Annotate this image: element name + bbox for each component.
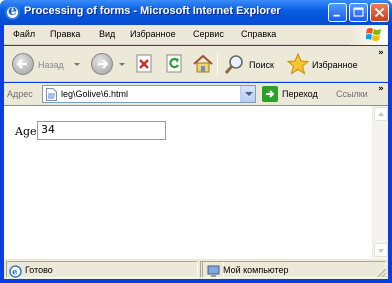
status-text: Готово <box>25 265 53 275</box>
address-bar: Адрес leg\Golive\6.html Переход Ссылки » <box>4 83 388 105</box>
page-icon <box>46 88 57 101</box>
maximize-icon <box>353 7 364 17</box>
menu-tools[interactable]: Сервис <box>193 29 224 39</box>
menu-help[interactable]: Справка <box>241 29 276 39</box>
forward-arrow-icon <box>98 59 109 69</box>
title-bar: Processing of forms - Microsoft Internet… <box>0 0 392 25</box>
favorites-label[interactable]: Избранное <box>312 60 358 70</box>
close-icon <box>374 7 385 18</box>
address-dropdown-button[interactable] <box>240 86 255 102</box>
page-content: Age 34 <box>4 105 388 258</box>
status-bar: e Готово Мой компьютер <box>4 258 388 279</box>
my-computer-icon <box>207 265 220 277</box>
toolbar-overflow-chevron-icon[interactable]: » <box>378 48 384 58</box>
forward-dropdown-icon[interactable] <box>119 63 125 66</box>
age-input[interactable]: 34 <box>37 121 166 140</box>
svg-text:e: e <box>12 267 17 277</box>
maximize-button[interactable] <box>349 3 368 22</box>
browser-window: Processing of forms - Microsoft Internet… <box>0 0 392 283</box>
menu-view[interactable]: Вид <box>99 29 115 39</box>
status-zone-cell: Мой компьютер <box>202 261 386 278</box>
scroll-up-button[interactable] <box>374 107 388 121</box>
toolbar-separator <box>217 52 218 76</box>
favorites-star-icon[interactable] <box>286 52 310 76</box>
menu-favorites[interactable]: Избранное <box>130 29 176 39</box>
back-arrow-icon <box>16 59 27 69</box>
home-icon[interactable] <box>192 53 214 75</box>
go-arrow-icon <box>266 90 275 98</box>
links-label[interactable]: Ссылки <box>336 89 368 99</box>
resize-grip-icon[interactable] <box>375 266 387 278</box>
address-value[interactable]: leg\Golive\6.html <box>61 89 128 99</box>
go-button[interactable] <box>262 86 278 102</box>
links-overflow-chevron-icon[interactable]: » <box>378 84 384 94</box>
windows-flag-icon <box>366 28 381 41</box>
search-icon[interactable] <box>224 53 246 75</box>
vertical-scrollbar[interactable] <box>372 106 388 258</box>
refresh-icon[interactable] <box>165 54 185 74</box>
close-button[interactable] <box>370 3 389 22</box>
scroll-down-button[interactable] <box>374 243 388 257</box>
minimize-button[interactable] <box>328 3 347 22</box>
age-label: Age <box>15 125 37 138</box>
back-button[interactable] <box>12 53 34 75</box>
back-label: Назад <box>38 60 64 70</box>
go-label[interactable]: Переход <box>282 89 318 99</box>
address-input[interactable]: leg\Golive\6.html <box>42 85 256 103</box>
menu-bar: Файл Правка Вид Избранное Сервис Справка <box>4 25 388 45</box>
menu-file[interactable]: Файл <box>13 29 35 39</box>
windows-logo <box>350 25 388 45</box>
standard-toolbar: Назад Поиск Избранное » <box>4 46 388 82</box>
ie-page-status-icon: e <box>9 265 22 278</box>
address-label: Адрес <box>7 89 33 99</box>
menu-edit[interactable]: Правка <box>50 29 80 39</box>
minimize-icon <box>333 14 340 17</box>
window-title: Processing of forms - Microsoft Internet… <box>24 5 281 17</box>
stop-icon[interactable] <box>135 54 155 74</box>
ie-logo-icon <box>5 3 20 20</box>
back-dropdown-icon[interactable] <box>74 63 80 66</box>
zone-text: Мой компьютер <box>223 265 289 275</box>
forward-button[interactable] <box>91 53 113 75</box>
search-label[interactable]: Поиск <box>249 60 274 70</box>
status-main-cell: e Готово <box>6 261 198 278</box>
